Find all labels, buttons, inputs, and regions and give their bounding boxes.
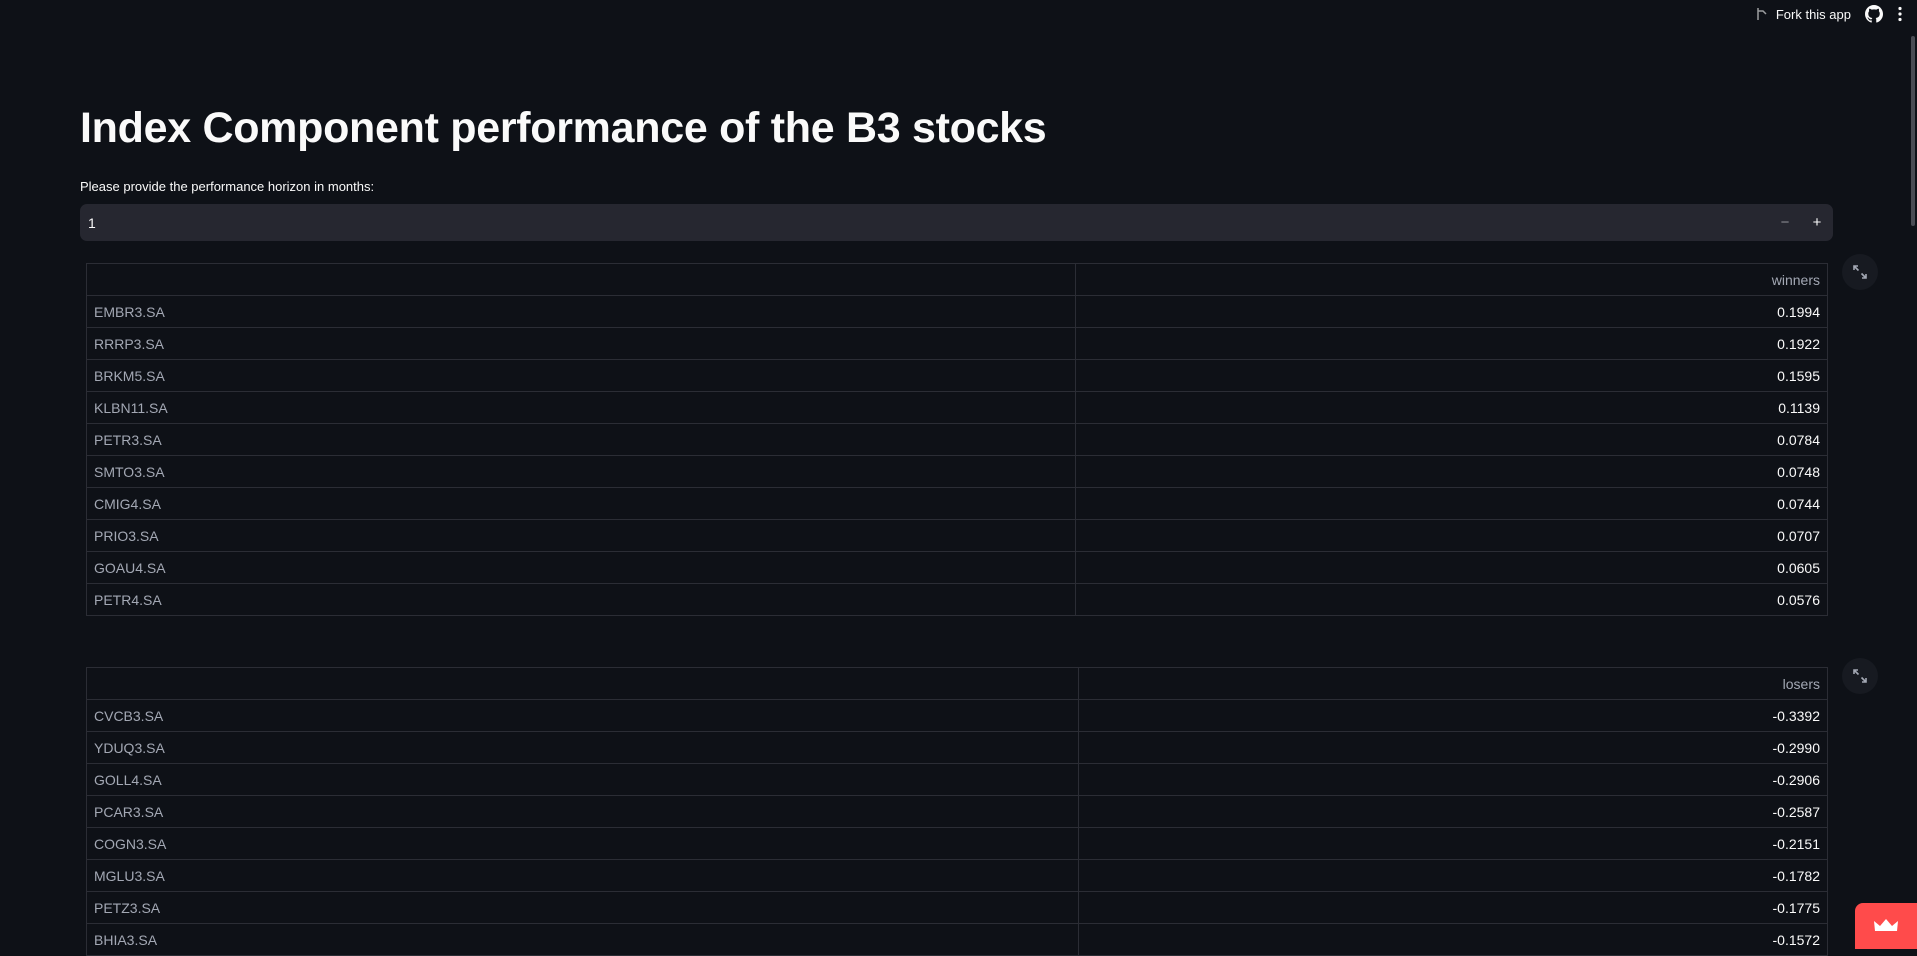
row-ticker: GOAU4.SA	[87, 552, 1076, 584]
table-row: CMIG4.SA0.0744	[87, 488, 1828, 520]
row-ticker: YDUQ3.SA	[87, 732, 1079, 764]
losers-table: losers CVCB3.SA-0.3392YDUQ3.SA-0.2990GOL…	[86, 667, 1828, 956]
row-ticker: PETZ3.SA	[87, 892, 1079, 924]
losers-table-wrapper: losers CVCB3.SA-0.3392YDUQ3.SA-0.2990GOL…	[86, 667, 1828, 956]
row-ticker: KLBN11.SA	[87, 392, 1076, 424]
scrollbar[interactable]	[1909, 0, 1917, 949]
github-icon[interactable]	[1865, 5, 1883, 23]
row-value: -0.3392	[1079, 700, 1828, 732]
row-ticker: GOLL4.SA	[87, 764, 1079, 796]
table-row: SMTO3.SA0.0748	[87, 456, 1828, 488]
row-ticker: EMBR3.SA	[87, 296, 1076, 328]
expand-winners-button[interactable]	[1842, 254, 1878, 290]
table-row: PRIO3.SA0.0707	[87, 520, 1828, 552]
expand-icon	[1852, 668, 1868, 684]
table-row: PETZ3.SA-0.1775	[87, 892, 1828, 924]
table-header-row: losers	[87, 668, 1828, 700]
row-value: -0.2151	[1079, 828, 1828, 860]
table-row: BRKM5.SA0.1595	[87, 360, 1828, 392]
winners-column-header[interactable]: winners	[1076, 264, 1828, 296]
table-row: RRRP3.SA0.1922	[87, 328, 1828, 360]
table-row: EMBR3.SA0.1994	[87, 296, 1828, 328]
winners-table: winners EMBR3.SA0.1994RRRP3.SA0.1922BRKM…	[86, 263, 1828, 616]
row-value: -0.1775	[1079, 892, 1828, 924]
fork-icon	[1756, 7, 1768, 21]
fork-app-button[interactable]: Fork this app	[1756, 7, 1851, 22]
table-row: GOLL4.SA-0.2906	[87, 764, 1828, 796]
kebab-menu-icon[interactable]	[1897, 6, 1903, 22]
losers-table-body: CVCB3.SA-0.3392YDUQ3.SA-0.2990GOLL4.SA-0…	[87, 700, 1828, 956]
index-header	[87, 264, 1076, 296]
table-row: CVCB3.SA-0.3392	[87, 700, 1828, 732]
index-header	[87, 668, 1079, 700]
table-row: YDUQ3.SA-0.2990	[87, 732, 1828, 764]
table-row: PETR4.SA0.0576	[87, 584, 1828, 616]
row-value: 0.1595	[1076, 360, 1828, 392]
table-row: KLBN11.SA0.1139	[87, 392, 1828, 424]
row-ticker: PETR4.SA	[87, 584, 1076, 616]
row-value: 0.1994	[1076, 296, 1828, 328]
row-value: 0.0707	[1076, 520, 1828, 552]
winners-table-wrapper: winners EMBR3.SA0.1994RRRP3.SA0.1922BRKM…	[86, 263, 1828, 616]
table-row: MGLU3.SA-0.1782	[87, 860, 1828, 892]
row-ticker: BRKM5.SA	[87, 360, 1076, 392]
crown-icon	[1873, 918, 1899, 934]
scrollbar-thumb[interactable]	[1911, 36, 1915, 226]
row-value: -0.2587	[1079, 796, 1828, 828]
row-ticker: CMIG4.SA	[87, 488, 1076, 520]
losers-column-header[interactable]: losers	[1079, 668, 1828, 700]
row-value: -0.2906	[1079, 764, 1828, 796]
row-value: 0.0784	[1076, 424, 1828, 456]
row-ticker: SMTO3.SA	[87, 456, 1076, 488]
row-ticker: PCAR3.SA	[87, 796, 1079, 828]
row-value: 0.1922	[1076, 328, 1828, 360]
row-value: 0.0576	[1076, 584, 1828, 616]
table-row: GOAU4.SA0.0605	[87, 552, 1828, 584]
row-ticker: BHIA3.SA	[87, 924, 1079, 956]
row-ticker: COGN3.SA	[87, 828, 1079, 860]
horizon-number-input: − +	[80, 204, 1833, 241]
table-row: COGN3.SA-0.2151	[87, 828, 1828, 860]
table-header-row: winners	[87, 264, 1828, 296]
decrement-button[interactable]: −	[1769, 204, 1801, 241]
row-value: 0.0744	[1076, 488, 1828, 520]
row-value: 0.0748	[1076, 456, 1828, 488]
row-ticker: PETR3.SA	[87, 424, 1076, 456]
row-ticker: RRRP3.SA	[87, 328, 1076, 360]
row-value: -0.1782	[1079, 860, 1828, 892]
top-toolbar: Fork this app	[1756, 0, 1917, 28]
page-title: Index Component performance of the B3 st…	[80, 104, 1046, 153]
expand-icon	[1852, 264, 1868, 280]
winners-table-body: EMBR3.SA0.1994RRRP3.SA0.1922BRKM5.SA0.15…	[87, 296, 1828, 616]
row-ticker: PRIO3.SA	[87, 520, 1076, 552]
row-value: 0.1139	[1076, 392, 1828, 424]
streamlit-badge[interactable]	[1855, 903, 1917, 949]
expand-losers-button[interactable]	[1842, 658, 1878, 694]
row-value: -0.2990	[1079, 732, 1828, 764]
row-ticker: CVCB3.SA	[87, 700, 1079, 732]
fork-app-label: Fork this app	[1776, 7, 1851, 22]
row-ticker: MGLU3.SA	[87, 860, 1079, 892]
row-value: 0.0605	[1076, 552, 1828, 584]
row-value: -0.1572	[1079, 924, 1828, 956]
horizon-input-field[interactable]	[80, 214, 1769, 232]
horizon-input-label: Please provide the performance horizon i…	[80, 179, 374, 194]
table-row: PCAR3.SA-0.2587	[87, 796, 1828, 828]
increment-button[interactable]: +	[1801, 204, 1833, 241]
table-row: PETR3.SA0.0784	[87, 424, 1828, 456]
table-row: BHIA3.SA-0.1572	[87, 924, 1828, 956]
